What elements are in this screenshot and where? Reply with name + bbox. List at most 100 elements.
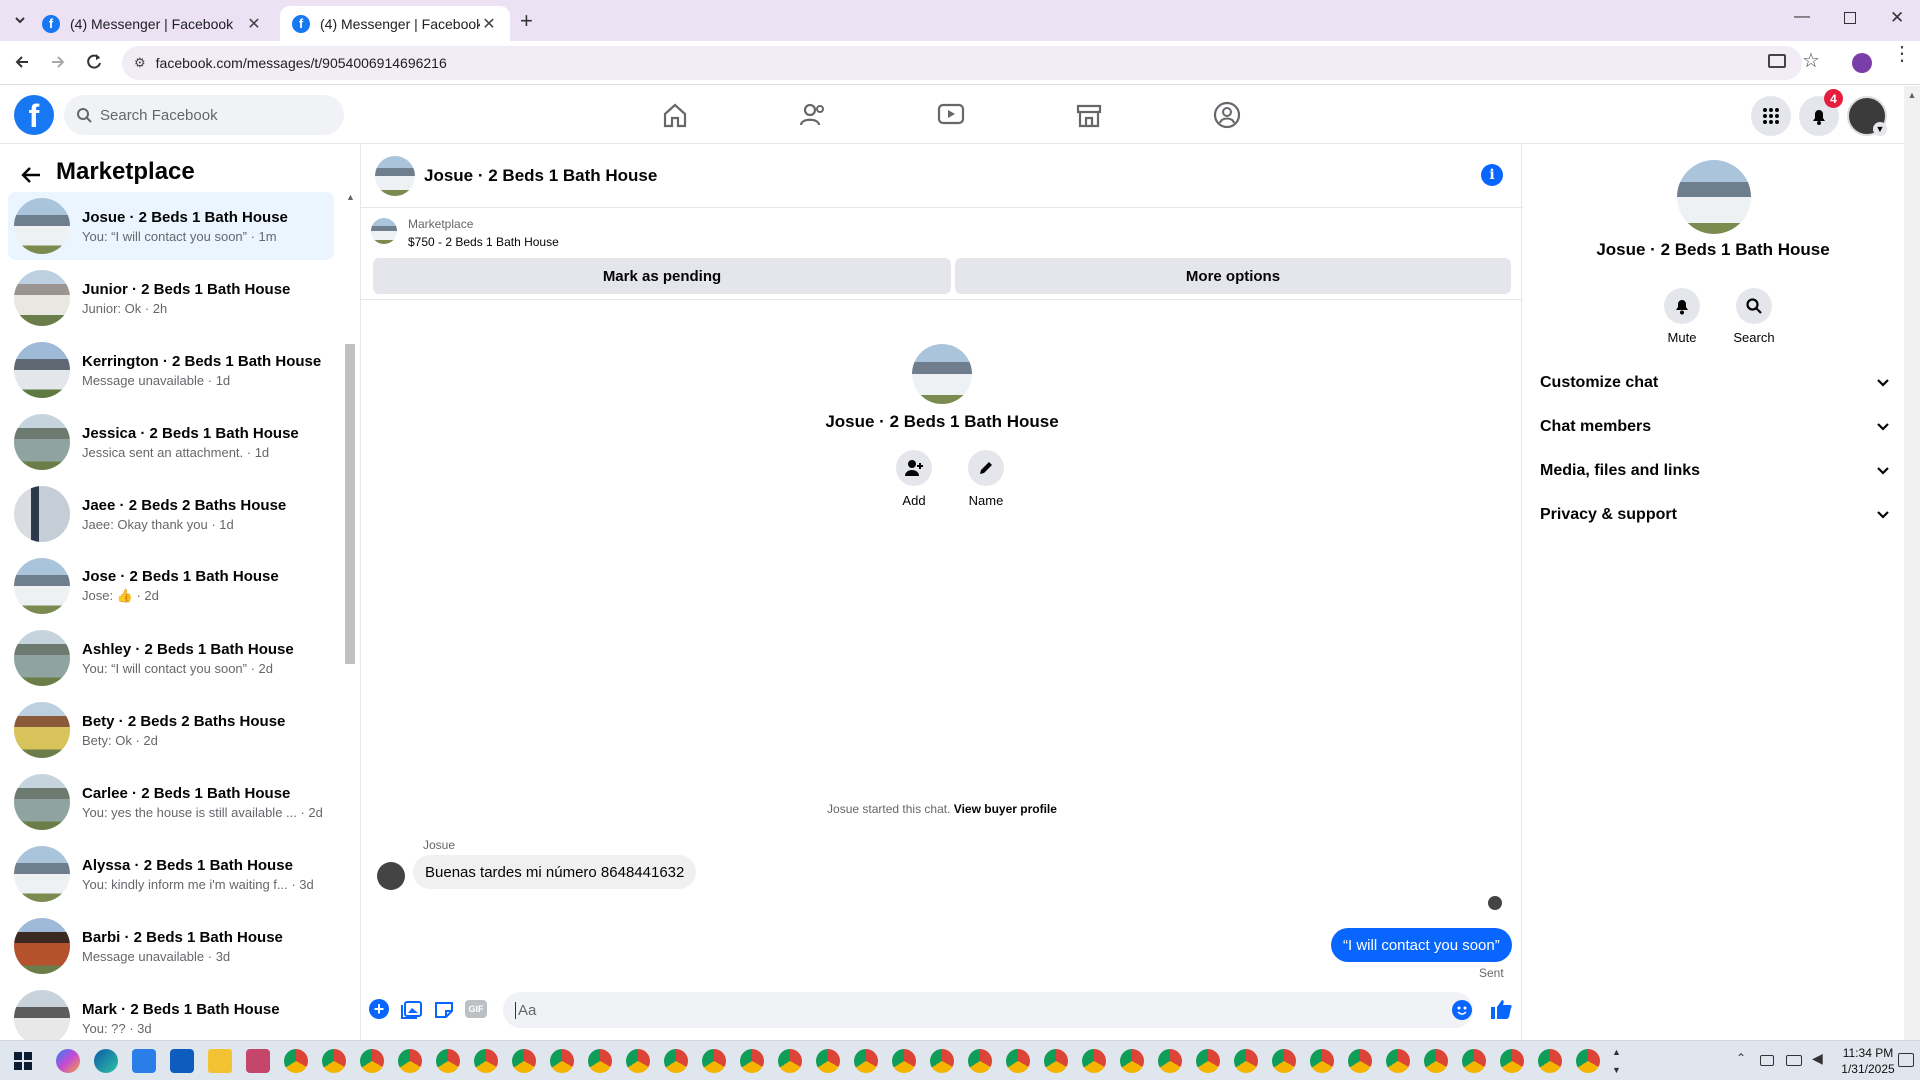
copilot-icon[interactable] [56, 1049, 80, 1073]
chrome-icon[interactable] [778, 1049, 802, 1073]
show-hidden-icons-icon[interactable]: ⌃ [1736, 1051, 1746, 1065]
meet-now-icon[interactable] [1760, 1055, 1774, 1066]
back-arrow-icon[interactable] [20, 164, 42, 186]
conversation-item[interactable]: Jaee · 2 Beds 2 Baths House Jaee: Okay th… [8, 480, 334, 548]
chrome-icon[interactable] [588, 1049, 612, 1073]
install-app-icon[interactable] [1768, 54, 1786, 68]
chrome-icon[interactable] [550, 1049, 574, 1073]
mark-as-pending-button[interactable]: Mark as pending [373, 258, 951, 294]
customize-chat-section[interactable]: Customize chat [1540, 374, 1890, 392]
browser-menu-icon[interactable]: ⋮ [1892, 44, 1912, 64]
chrome-icon[interactable] [1082, 1049, 1106, 1073]
conversation-item[interactable]: Josue · 2 Beds 1 Bath House You: “I will … [8, 192, 334, 260]
search-in-chat-button[interactable]: Search [1726, 288, 1782, 345]
chrome-icon[interactable] [1348, 1049, 1372, 1073]
new-tab-icon[interactable]: + [520, 8, 533, 34]
profile-icon[interactable] [1852, 53, 1872, 73]
chrome-icon[interactable] [1462, 1049, 1486, 1073]
chrome-icon[interactable] [360, 1049, 384, 1073]
chat-info-icon[interactable]: i [1481, 164, 1503, 186]
outgoing-message-bubble[interactable]: “I will contact you soon” [1331, 928, 1512, 962]
listing-title[interactable]: $750 - 2 Beds 1 Bath House [408, 235, 559, 249]
info-avatar[interactable] [1677, 160, 1751, 234]
mute-button[interactable]: Mute [1654, 288, 1710, 345]
conversation-item[interactable]: Ashley · 2 Beds 1 Bath House You: “I will… [8, 624, 334, 692]
chrome-icon[interactable] [740, 1049, 764, 1073]
add-people-button[interactable]: Add [884, 450, 944, 508]
chrome-icon[interactable] [512, 1049, 536, 1073]
chrome-icon[interactable] [1272, 1049, 1296, 1073]
chrome-icon[interactable] [1386, 1049, 1410, 1073]
media-files-links-section[interactable]: Media, files and links [1540, 462, 1890, 480]
app-icon[interactable] [246, 1049, 270, 1073]
friends-icon[interactable] [798, 100, 828, 130]
emoji-icon[interactable] [1452, 1000, 1472, 1020]
network-icon[interactable] [1786, 1055, 1802, 1066]
chrome-icon[interactable] [1006, 1049, 1030, 1073]
sticker-icon[interactable] [433, 999, 455, 1019]
conversation-item[interactable]: Junior · 2 Beds 1 Bath House Junior: Ok ·… [8, 264, 334, 332]
reload-icon[interactable] [84, 52, 104, 72]
volume-icon[interactable]: ◀ [1812, 1050, 1823, 1067]
account-chevron-icon[interactable]: ▼ [1873, 122, 1887, 136]
chrome-icon[interactable] [1234, 1049, 1258, 1073]
marketplace-icon[interactable] [1074, 100, 1104, 130]
browser-tab-1[interactable]: f (4) Messenger | Facebook ✕ [30, 6, 275, 41]
chrome-icon[interactable] [626, 1049, 650, 1073]
thumbs-up-send-icon[interactable] [1489, 997, 1513, 1021]
edit-name-button[interactable]: Name [956, 450, 1016, 508]
search-facebook-input[interactable]: Search Facebook [64, 95, 344, 135]
chrome-icon[interactable] [702, 1049, 726, 1073]
restore-window-button[interactable] [1844, 12, 1856, 24]
chat-avatar[interactable] [375, 156, 415, 196]
attach-photo-icon[interactable] [401, 999, 423, 1019]
scroll-up-icon[interactable]: ▲ [1904, 90, 1920, 100]
edge-icon[interactable] [94, 1049, 118, 1073]
tab-search-chevron-icon[interactable] [12, 12, 28, 28]
conversation-item[interactable]: Barbi · 2 Beds 1 Bath House Message unava… [8, 912, 334, 980]
view-buyer-profile-link[interactable]: View buyer profile [954, 802, 1057, 816]
chat-profile-avatar[interactable] [912, 344, 972, 404]
page-scrollbar[interactable]: ▲ [1904, 86, 1920, 1040]
close-window-button[interactable]: ✕ [1890, 8, 1904, 28]
chrome-icon[interactable] [892, 1049, 916, 1073]
chrome-icon[interactable] [854, 1049, 878, 1073]
conversation-item[interactable]: Carlee · 2 Beds 1 Bath House You: yes the… [8, 768, 334, 836]
chrome-icon[interactable] [284, 1049, 308, 1073]
chrome-icon[interactable] [474, 1049, 498, 1073]
more-options-button[interactable]: More options [955, 258, 1511, 294]
forward-icon[interactable] [48, 52, 68, 72]
file-explorer-icon[interactable] [208, 1049, 232, 1073]
chrome-icon[interactable] [930, 1049, 954, 1073]
conversation-item[interactable]: Kerrington · 2 Beds 1 Bath House Message … [8, 336, 334, 404]
minimize-window-button[interactable]: — [1794, 8, 1810, 26]
home-icon[interactable] [660, 100, 690, 130]
close-tab-icon[interactable]: ✕ [480, 14, 498, 34]
outlook-icon[interactable] [170, 1049, 194, 1073]
conversation-item[interactable]: Mark · 2 Beds 1 Bath House You: ?? · 3d [8, 984, 334, 1040]
store-icon[interactable] [132, 1049, 156, 1073]
facebook-logo-icon[interactable]: f [14, 95, 54, 135]
taskbar-scroll-icon[interactable]: ▲ ▼ [1612, 1043, 1621, 1079]
chrome-icon[interactable] [398, 1049, 422, 1073]
chrome-icon[interactable] [1500, 1049, 1524, 1073]
conversation-item[interactable]: Jose · 2 Beds 1 Bath House Jose: 👍 · 2d [8, 552, 334, 620]
site-info-icon[interactable]: ⚙ [134, 55, 146, 71]
gif-icon[interactable]: GIF [465, 1000, 487, 1018]
chrome-icon[interactable] [1120, 1049, 1144, 1073]
bookmark-star-icon[interactable]: ☆ [1802, 48, 1820, 73]
groups-icon[interactable] [1212, 100, 1242, 130]
chrome-icon[interactable] [1158, 1049, 1182, 1073]
sidebar-scroll-up-icon[interactable]: ▲ [346, 192, 355, 202]
chrome-icon[interactable] [1424, 1049, 1448, 1073]
chrome-icon[interactable] [436, 1049, 460, 1073]
menu-grid-icon[interactable] [1751, 96, 1791, 136]
windows-start-icon[interactable] [14, 1052, 32, 1070]
address-bar[interactable]: ⚙ facebook.com/messages/t/90540069146962… [122, 46, 1802, 80]
listing-thumbnail[interactable] [371, 218, 397, 244]
notification-center-icon[interactable] [1898, 1053, 1914, 1067]
chrome-icon[interactable] [816, 1049, 840, 1073]
chrome-icon[interactable] [968, 1049, 992, 1073]
chrome-icon[interactable] [1044, 1049, 1068, 1073]
privacy-support-section[interactable]: Privacy & support [1540, 506, 1890, 524]
